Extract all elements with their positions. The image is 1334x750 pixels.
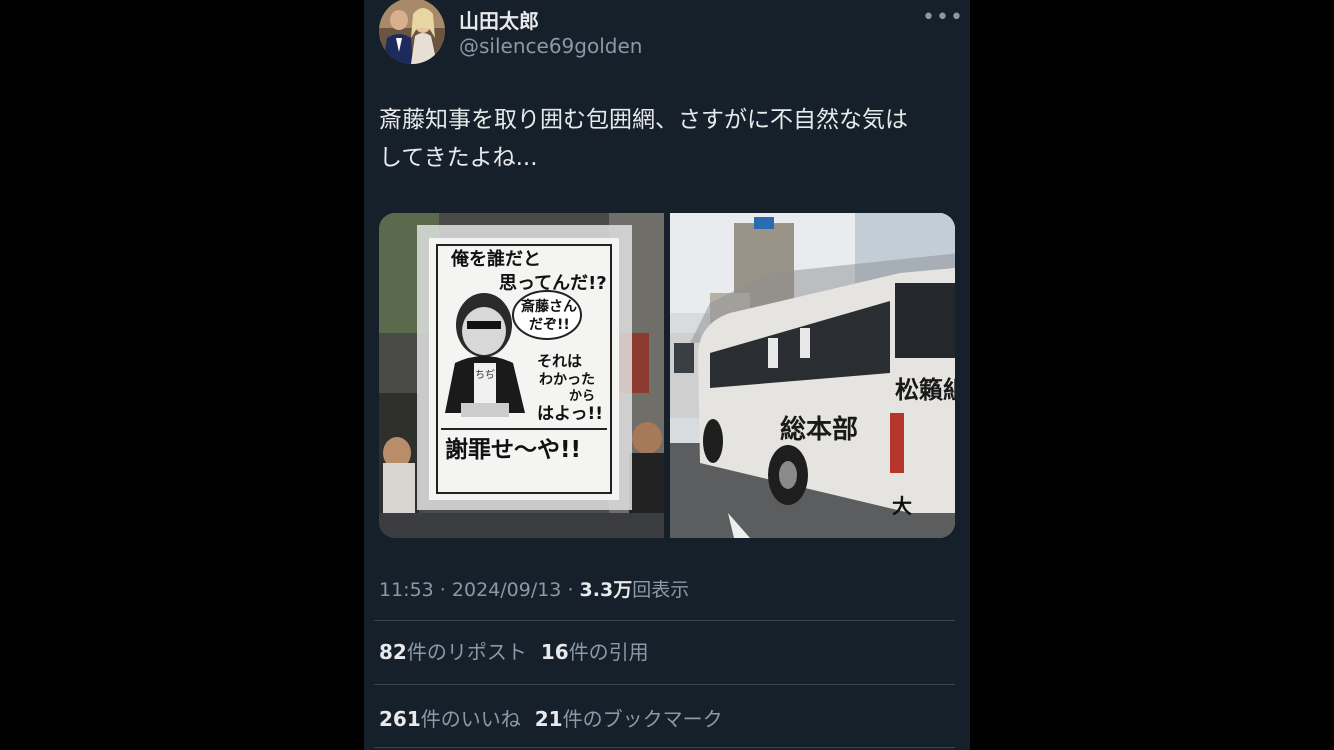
tweet-panel: 山田太郎 @silence69golden ••• 斎藤知事を取り囲む包囲網、さ…: [364, 0, 970, 750]
poster-middle-line: わかった: [539, 372, 595, 388]
poster-middle-line: それは: [537, 352, 582, 370]
views-label: 回表示: [632, 579, 690, 601]
tweet-text: 斎藤知事を取り囲む包囲網、さすがに不自然な気は してきたよね...: [379, 101, 955, 177]
avatar-photo: [379, 0, 445, 64]
quotes-count: 16: [540, 640, 569, 664]
bus-rear-text: 松籟組: [895, 376, 955, 404]
tweet-meta: 11:53 · 2024/09/13 · 3.3万回表示: [379, 575, 689, 602]
poster-bubble-line: 斎藤さん: [521, 298, 577, 315]
poster-middle-line: はよっ!!: [537, 404, 603, 424]
divider: [374, 684, 955, 685]
quotes-label: 件の引用: [568, 640, 649, 664]
meta-separator: ·: [433, 579, 452, 601]
poster-middle-line: から: [569, 389, 595, 404]
display-name[interactable]: 山田太郎: [459, 5, 539, 34]
tweet-date[interactable]: 2024/09/13: [452, 579, 562, 601]
tweet-text-line: 斎藤知事を取り囲む包囲網、さすがに不自然な気は: [379, 107, 908, 133]
poster-shirt-text: ちぢ: [475, 368, 495, 381]
engagement-row: 82件のリポスト 16件の引用: [379, 636, 663, 665]
media-photo-bus[interactable]: 総本部 松籟組 大: [670, 213, 955, 538]
avatar[interactable]: [379, 0, 445, 64]
poster-bottom-line: 謝罪せ〜や!!: [445, 436, 581, 463]
reposts-stat[interactable]: 82件のリポスト: [379, 640, 527, 664]
meta-separator: ·: [561, 579, 580, 601]
likes-count: 261: [379, 707, 421, 731]
poster-bubble-line: だぞ!!: [529, 317, 570, 333]
engagement-row: 261件のいいね 21件のブックマーク: [379, 703, 737, 732]
media-grid: 俺を誰だと 思ってんだ!? ちぢ 斎藤さん だぞ!! それは わかった から は…: [379, 213, 955, 538]
quotes-stat[interactable]: 16件の引用: [541, 640, 649, 664]
reposts-count: 82: [379, 640, 407, 664]
media-photo-poster[interactable]: 俺を誰だと 思ってんだ!? ちぢ 斎藤さん だぞ!! それは わかった から は…: [379, 213, 664, 538]
bus-side-text: 総本部: [780, 414, 858, 445]
likes-stat[interactable]: 261件のいいね: [379, 707, 521, 731]
divider: [374, 747, 955, 748]
bookmarks-label: 件のブックマーク: [562, 707, 723, 731]
more-dots-icon[interactable]: •••: [922, 5, 963, 31]
tweet-time[interactable]: 11:53: [379, 579, 434, 601]
likes-label: 件のいいね: [420, 707, 521, 731]
bookmarks-count: 21: [534, 707, 563, 731]
tweet-text-line: してきたよね...: [379, 145, 538, 171]
bookmarks-stat[interactable]: 21件のブックマーク: [535, 707, 723, 731]
reposts-label: 件のリポスト: [406, 640, 527, 664]
views-count: 3.3万: [579, 579, 633, 601]
user-handle[interactable]: @silence69golden: [459, 34, 642, 58]
poster-heading-line: 俺を誰だと: [450, 248, 541, 270]
bus-bottom-char: 大: [892, 494, 912, 518]
divider: [374, 620, 955, 621]
